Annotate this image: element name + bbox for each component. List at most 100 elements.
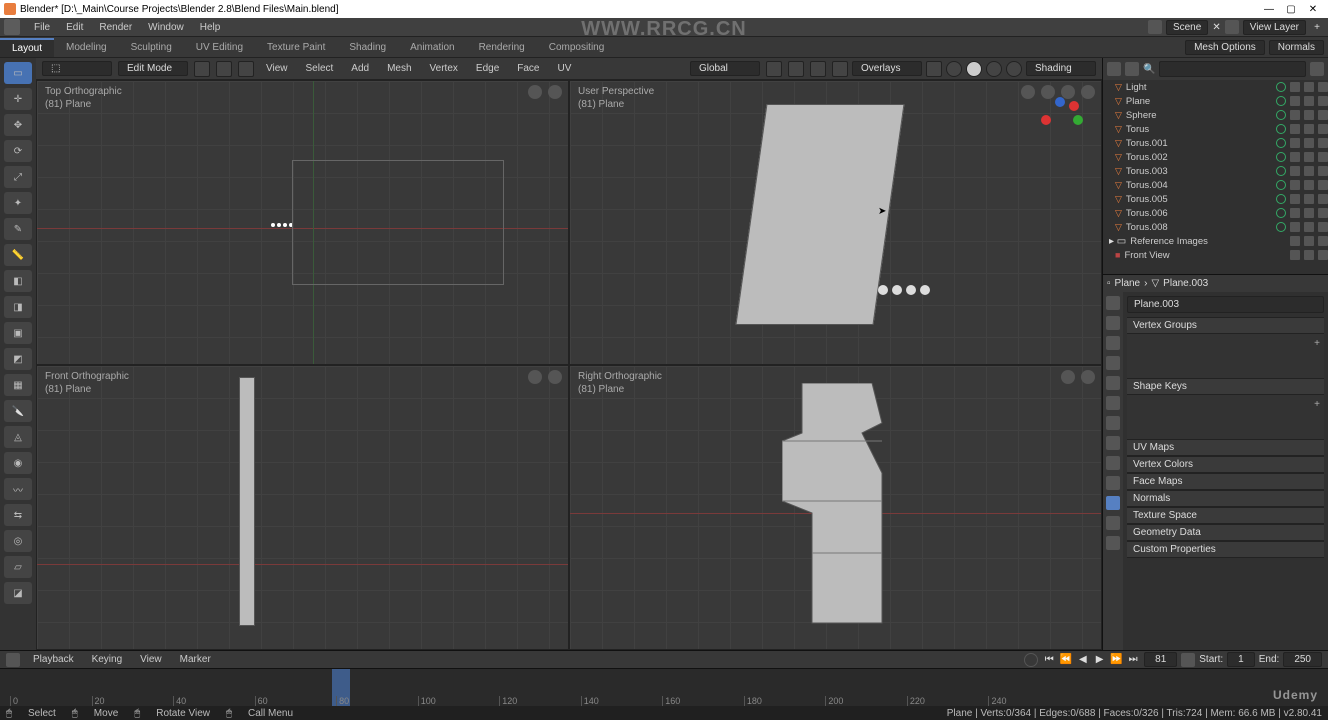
camera-icon[interactable] <box>1021 85 1035 99</box>
tab-shading[interactable]: Shading <box>337 39 398 56</box>
outliner-item[interactable]: ▽Torus.008 <box>1103 220 1328 234</box>
prop-tab-scene[interactable] <box>1106 356 1120 370</box>
render-toggle-icon[interactable] <box>1318 124 1328 134</box>
tool-poly-build[interactable]: ◬ <box>4 426 32 448</box>
tool-transform[interactable]: ✦ <box>4 192 32 214</box>
render-toggle-icon[interactable] <box>1318 166 1328 176</box>
vpmenu-face[interactable]: Face <box>511 61 545 76</box>
tool-inset[interactable]: ▣ <box>4 322 32 344</box>
scene-close-icon[interactable]: ✕ <box>1212 22 1220 33</box>
pan-icon[interactable] <box>528 85 542 99</box>
select-mode-face[interactable] <box>238 61 254 77</box>
tool-select[interactable]: ▭ <box>4 62 32 84</box>
render-toggle-icon[interactable] <box>1318 96 1328 106</box>
overlays-dropdown[interactable]: Overlays <box>852 61 922 76</box>
eye-icon[interactable] <box>1290 82 1300 92</box>
viewport-toggle-icon[interactable] <box>1304 96 1314 106</box>
outliner-type-icon[interactable] <box>1107 62 1121 76</box>
jump-start-icon[interactable]: ⏮ <box>1042 654 1056 665</box>
vpmenu-uv[interactable]: UV <box>552 61 578 76</box>
outliner-item[interactable]: ■Front View <box>1103 248 1328 262</box>
tool-edge-slide[interactable]: ⇆ <box>4 504 32 526</box>
filter-icon[interactable] <box>1310 62 1324 76</box>
eye-icon[interactable] <box>1290 166 1300 176</box>
panel-face-maps[interactable]: Face Maps <box>1127 473 1324 490</box>
render-toggle-icon[interactable] <box>1318 208 1328 218</box>
toggle-selectable-icon[interactable] <box>1276 152 1286 162</box>
viewport-toggle-icon[interactable] <box>1304 208 1314 218</box>
tl-menu-keying[interactable]: Keying <box>87 652 128 667</box>
outliner-item[interactable]: ▽Light <box>1103 80 1328 94</box>
editor-type-dropdown[interactable]: ⬚ <box>42 61 112 76</box>
select-mode-vertex[interactable] <box>194 61 210 77</box>
toggle-selectable-icon[interactable] <box>1276 208 1286 218</box>
eye-icon[interactable] <box>1290 194 1300 204</box>
keyframe-prev-icon[interactable]: ⏪ <box>1059 654 1073 665</box>
vpmenu-view[interactable]: View <box>260 61 294 76</box>
panel-uv-maps[interactable]: UV Maps <box>1127 439 1324 456</box>
select-mode-edge[interactable] <box>216 61 232 77</box>
menu-edit[interactable]: Edit <box>58 20 91 35</box>
panel-geometry-data[interactable]: Geometry Data <box>1127 524 1324 541</box>
tl-menu-playback[interactable]: Playback <box>28 652 79 667</box>
viewport-toggle-icon[interactable] <box>1304 250 1314 260</box>
viewport-toggle-icon[interactable] <box>1304 152 1314 162</box>
tab-animation[interactable]: Animation <box>398 39 466 56</box>
toggle-selectable-icon[interactable] <box>1276 180 1286 190</box>
tl-menu-view[interactable]: View <box>135 652 167 667</box>
tool-add-cube[interactable]: ◧ <box>4 270 32 292</box>
tab-rendering[interactable]: Rendering <box>467 39 537 56</box>
tl-menu-marker[interactable]: Marker <box>175 652 216 667</box>
autokey-toggle[interactable] <box>1024 653 1038 667</box>
outliner-item[interactable]: ▽Torus <box>1103 122 1328 136</box>
outliner-item[interactable]: ▽Torus.002 <box>1103 150 1328 164</box>
tab-compositing[interactable]: Compositing <box>537 39 617 56</box>
vpmenu-mesh[interactable]: Mesh <box>381 61 417 76</box>
shading-rendered[interactable] <box>1006 61 1022 77</box>
toggle-selectable-icon[interactable] <box>1276 138 1286 148</box>
prop-tab-render[interactable] <box>1106 296 1120 310</box>
toggle-selectable-icon[interactable] <box>1276 110 1286 120</box>
panel-vertex-groups[interactable]: Vertex Groups <box>1127 317 1324 334</box>
prop-tab-viewlayer[interactable] <box>1106 336 1120 350</box>
toggle-selectable-icon[interactable] <box>1276 124 1286 134</box>
render-toggle-icon[interactable] <box>1318 180 1328 190</box>
preview-range-icon[interactable] <box>1181 653 1195 667</box>
mesh-options-dropdown[interactable]: Mesh Options <box>1185 40 1265 55</box>
viewport-user[interactable]: User Perspective (81) Plane ➤ <box>569 80 1102 365</box>
eye-icon[interactable] <box>1290 124 1300 134</box>
outliner-item[interactable]: ▽Torus.006 <box>1103 206 1328 220</box>
keyframe-next-icon[interactable]: ⏩ <box>1109 654 1123 665</box>
viewport-toggle-icon[interactable] <box>1304 124 1314 134</box>
render-toggle-icon[interactable] <box>1318 194 1328 204</box>
panel-custom-properties[interactable]: Custom Properties <box>1127 541 1324 558</box>
panel-shape-keys[interactable]: Shape Keys <box>1127 378 1324 395</box>
prop-tab-physics[interactable] <box>1106 456 1120 470</box>
viewport-toggle-icon[interactable] <box>1304 166 1314 176</box>
pan-icon[interactable] <box>528 370 542 384</box>
zoom-icon[interactable] <box>548 370 562 384</box>
outliner-item[interactable]: ▽Sphere <box>1103 108 1328 122</box>
tab-layout[interactable]: Layout <box>0 38 54 57</box>
outliner-item[interactable]: ▽Torus.005 <box>1103 192 1328 206</box>
start-frame-field[interactable]: 1 <box>1227 652 1255 667</box>
vpmenu-vertex[interactable]: Vertex <box>424 61 464 76</box>
navigation-gizmo[interactable] <box>1035 95 1083 131</box>
show-gizmo-toggle[interactable] <box>832 61 848 77</box>
timeline[interactable]: 020406080100120140160180200220240 <box>0 668 1328 706</box>
viewport-toggle-icon[interactable] <box>1304 82 1314 92</box>
zoom-icon[interactable] <box>548 85 562 99</box>
snap-toggle[interactable] <box>788 61 804 77</box>
current-frame-field[interactable]: 81 <box>1144 652 1177 667</box>
toggle-selectable-icon[interactable] <box>1276 82 1286 92</box>
tool-annotate[interactable]: ✎ <box>4 218 32 240</box>
prop-tab-world[interactable] <box>1106 376 1120 390</box>
tab-texture-paint[interactable]: Texture Paint <box>255 39 337 56</box>
eye-icon[interactable] <box>1290 208 1300 218</box>
render-toggle-icon[interactable] <box>1318 152 1328 162</box>
viewlayer-new-icon[interactable]: + <box>1310 22 1324 33</box>
outliner[interactable]: ▽Light▽Plane▽Sphere▽Torus▽Torus.001▽Toru… <box>1103 80 1328 274</box>
viewlayer-selector[interactable]: View Layer <box>1243 20 1306 35</box>
tool-rip[interactable]: ◪ <box>4 582 32 604</box>
tab-uv-editing[interactable]: UV Editing <box>184 39 255 56</box>
